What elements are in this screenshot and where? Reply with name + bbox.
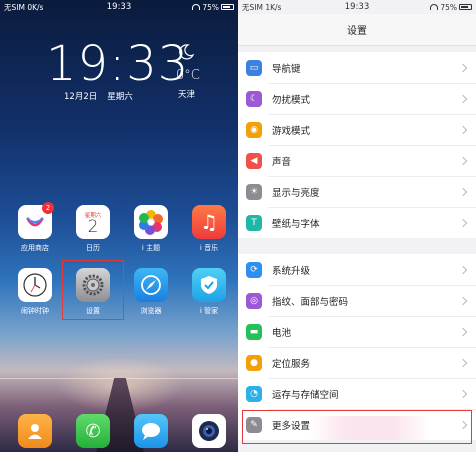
- app-clock[interactable]: 闹钟时钟: [16, 268, 54, 316]
- settings-row-display[interactable]: ☀ 显示与亮度: [238, 176, 476, 207]
- app-label: i 音乐: [199, 244, 219, 252]
- app-store-icon: 2: [18, 202, 54, 239]
- browser-icon: [134, 268, 168, 302]
- row-label: 显示与亮度: [272, 187, 320, 199]
- home-status-bar: 无SIM 0K/s 19:33 75%: [0, 0, 238, 14]
- dock-contacts[interactable]: [16, 414, 54, 448]
- battery-percent: 75%: [440, 2, 457, 12]
- battery-icon: [221, 4, 234, 10]
- row-label: 勿扰模式: [272, 94, 311, 106]
- security-shield-icon: [192, 268, 226, 302]
- settings-row-battery[interactable]: ▬ 电池: [238, 316, 476, 347]
- settings-row-navigation-keys[interactable]: ▭ 导航键: [238, 52, 476, 83]
- dock-phone[interactable]: ✆: [74, 414, 112, 448]
- status-right: 75%: [430, 3, 472, 12]
- home-screen: 无SIM 0K/s 19:33 75% 19:33 12月2日 星期六 0°C …: [0, 0, 238, 452]
- row-label: 游戏模式: [272, 125, 311, 137]
- weather-city: 天津: [178, 90, 196, 100]
- storage-icon: ◔: [246, 385, 262, 402]
- battery-percent: 75%: [202, 2, 219, 12]
- chevron-right-icon: [458, 296, 468, 305]
- navigation-key-icon: ▭: [246, 59, 262, 76]
- weekday-text: 星期六: [107, 92, 133, 102]
- chevron-right-icon: [458, 125, 468, 134]
- settings-row-fingerprint[interactable]: ◎ 指纹、面部与密码: [238, 285, 476, 316]
- notification-badge: 2: [42, 202, 54, 214]
- moon-weather-icon: [179, 44, 194, 60]
- status-right: 75%: [192, 3, 234, 12]
- game-icon: ◉: [246, 121, 262, 138]
- clock-widget-date: 12月2日 星期六: [64, 90, 133, 102]
- clock-icon: [18, 268, 52, 302]
- app-label: i 主题: [141, 244, 161, 252]
- chevron-right-icon: [458, 94, 468, 103]
- calendar-day-number: 2: [87, 216, 99, 237]
- theme-icon: [134, 205, 168, 239]
- clock-widget-time[interactable]: 19:33: [46, 40, 189, 88]
- app-label: 闹钟时钟: [21, 307, 49, 315]
- page-title: 设置: [238, 14, 476, 46]
- app-label: 浏览器: [140, 307, 162, 315]
- row-label: 定位服务: [272, 358, 311, 370]
- date-text: 12月2日: [64, 92, 98, 102]
- weather-temp: 0°C: [176, 68, 200, 83]
- app-label: 日历: [86, 244, 100, 252]
- sound-icon: ◀: [246, 152, 262, 169]
- moon-icon: ☾: [246, 90, 262, 107]
- settings-row-game-mode[interactable]: ◉ 游戏模式: [238, 114, 476, 145]
- row-label: 壁纸与字体: [272, 218, 320, 230]
- wallpaper-font-icon: T: [246, 214, 262, 231]
- app-store[interactable]: 2 应用商店: [16, 202, 54, 253]
- chevron-right-icon: [458, 218, 468, 227]
- row-label: 运存与存储空间: [272, 389, 339, 401]
- row-label: 系统升级: [272, 265, 311, 277]
- settings-group-1: ▭ 导航键 ☾ 勿扰模式 ◉ 游戏模式 ◀ 声音 ☀ 显示与亮度 T 壁纸与字体: [238, 52, 476, 238]
- chevron-right-icon: [458, 63, 468, 72]
- system-update-icon: ⟳: [246, 261, 262, 278]
- calendar-icon: 星期六 2: [76, 205, 110, 239]
- app-calendar[interactable]: 星期六 2 日历: [74, 205, 112, 253]
- settings-status-bar: 无SIM 1K/s 19:33 75%: [238, 0, 476, 14]
- app-browser[interactable]: 浏览器: [132, 268, 170, 316]
- battery-icon: ▬: [246, 323, 262, 340]
- brightness-icon: ☀: [246, 183, 262, 200]
- settings-screen: 无SIM 1K/s 19:33 75% 设置 ▭ 导航键 ☾ 勿扰模式 ◉ 游戏…: [238, 0, 476, 452]
- highlight-settings-app: [62, 260, 124, 320]
- fingerprint-icon: ◎: [246, 292, 262, 309]
- app-music[interactable]: ♫ i 音乐: [190, 205, 228, 253]
- app-label: i 管家: [199, 307, 219, 315]
- location-icon: ●: [246, 354, 262, 371]
- app-manager[interactable]: i 管家: [190, 268, 228, 316]
- dock-camera[interactable]: [190, 414, 228, 448]
- phone-icon: ✆: [76, 414, 110, 448]
- chevron-right-icon: [458, 389, 468, 398]
- contacts-icon: [18, 414, 52, 448]
- wifi-icon: [192, 4, 201, 10]
- chevron-right-icon: [458, 156, 468, 165]
- settings-row-storage[interactable]: ◔ 运存与存储空间: [238, 378, 476, 409]
- dock-messages[interactable]: [132, 414, 170, 448]
- row-label: 电池: [272, 327, 292, 339]
- highlight-more-settings: [242, 410, 472, 444]
- settings-row-wallpaper-font[interactable]: T 壁纸与字体: [238, 207, 476, 238]
- chevron-right-icon: [458, 187, 468, 196]
- row-label: 声音: [272, 156, 292, 168]
- settings-row-system-update[interactable]: ⟳ 系统升级: [238, 254, 476, 285]
- row-label: 指纹、面部与密码: [272, 296, 349, 308]
- chevron-right-icon: [458, 327, 468, 336]
- music-icon: ♫: [192, 205, 226, 239]
- messages-icon: [134, 414, 168, 448]
- settings-row-sound[interactable]: ◀ 声音: [238, 145, 476, 176]
- battery-icon: [459, 4, 472, 10]
- app-label: 应用商店: [21, 244, 49, 252]
- row-label: 导航键: [272, 63, 301, 75]
- chevron-right-icon: [458, 265, 468, 274]
- chevron-right-icon: [458, 358, 468, 367]
- settings-row-location[interactable]: ● 定位服务: [238, 347, 476, 378]
- app-theme[interactable]: i 主题: [132, 205, 170, 253]
- settings-row-do-not-disturb[interactable]: ☾ 勿扰模式: [238, 83, 476, 114]
- wifi-icon: [430, 4, 439, 10]
- camera-icon: [192, 414, 226, 448]
